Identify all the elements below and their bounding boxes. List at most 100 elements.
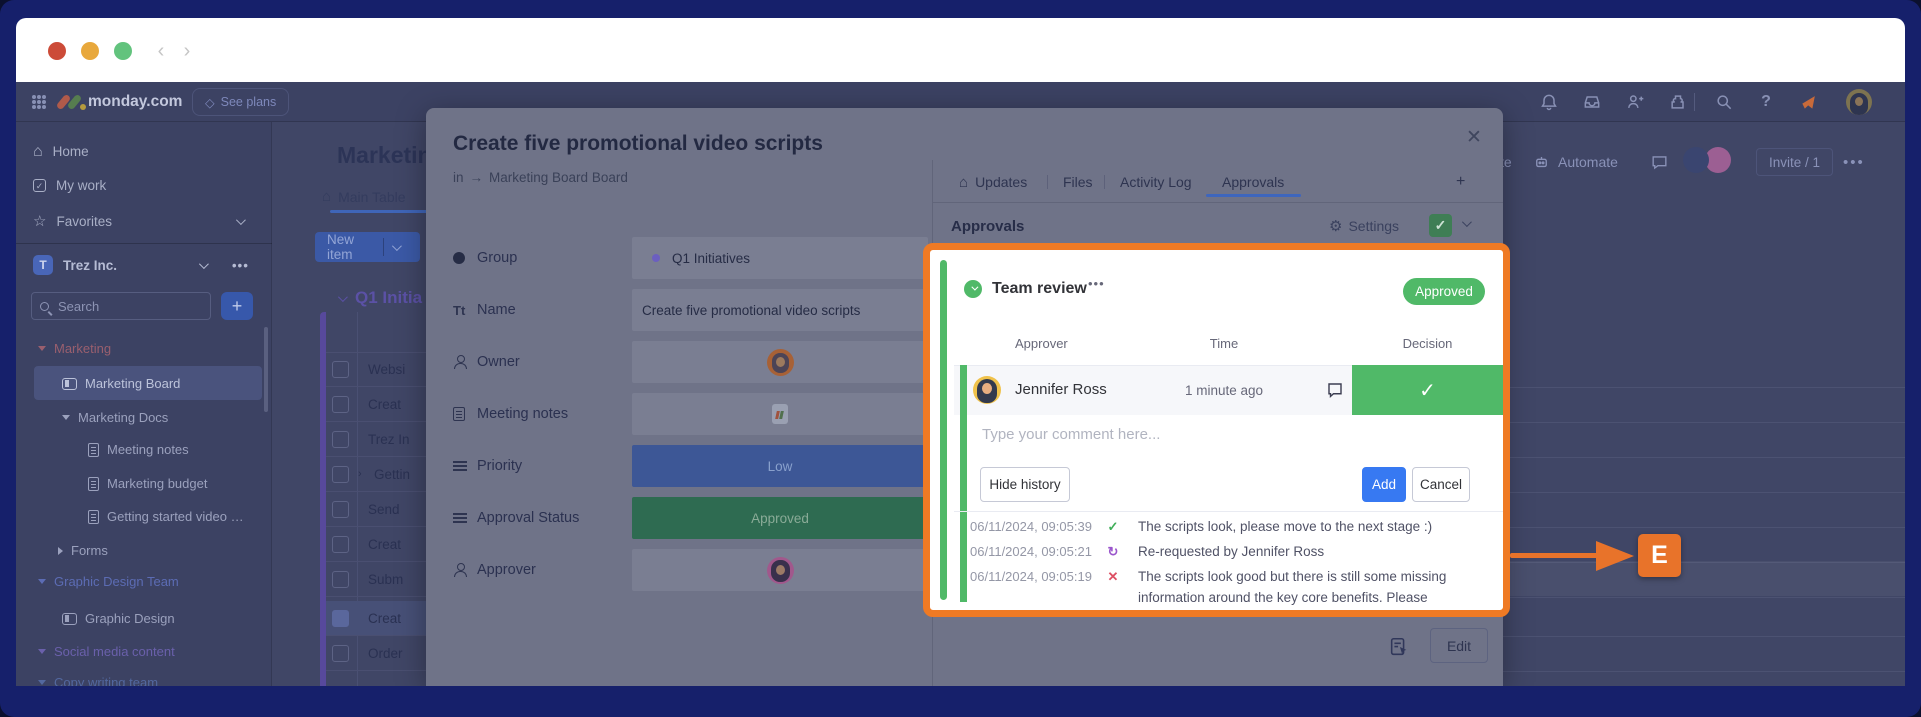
row-line <box>1503 527 1905 528</box>
row-name: Creat <box>368 397 401 412</box>
add-button[interactable]: Add <box>1362 467 1406 502</box>
field-value-priority[interactable]: Low <box>632 445 928 487</box>
add-tab-button[interactable]: + <box>1456 168 1465 196</box>
maximize-window-button[interactable] <box>114 42 132 60</box>
approval-column-checkbox[interactable] <box>1429 214 1452 237</box>
field-value-owner[interactable] <box>632 341 928 383</box>
sidebar-doc-marketing-budget[interactable]: Marketing budget <box>88 476 207 491</box>
tree-item-label: Marketing budget <box>107 476 207 491</box>
row-checkbox[interactable] <box>332 571 349 588</box>
field-value-group[interactable]: Q1 Initiatives <box>632 237 928 279</box>
search-input[interactable] <box>56 298 176 315</box>
sidebar-board-graphic-design[interactable]: Graphic Design <box>62 611 175 626</box>
field-value-approver[interactable] <box>632 549 928 591</box>
add-item-button[interactable]: + <box>221 292 253 320</box>
column-header-approver: Approver <box>1015 336 1068 351</box>
edit-button[interactable]: Edit <box>1430 628 1488 663</box>
user-avatar[interactable] <box>1846 89 1872 115</box>
automate-button[interactable]: Automate <box>1532 148 1618 176</box>
search-icon[interactable] <box>1714 92 1734 112</box>
row-checkbox[interactable] <box>332 396 349 413</box>
hide-history-button[interactable]: Hide history <box>980 467 1070 502</box>
notifications-bell-icon[interactable] <box>1539 92 1559 112</box>
button-divider <box>383 238 384 256</box>
sidebar-folder-graphic-design-team[interactable]: Graphic Design Team <box>38 574 179 589</box>
row-checkbox[interactable] <box>332 361 349 378</box>
status-icon <box>453 461 467 471</box>
row-checkbox[interactable] <box>332 501 349 518</box>
row-checkbox[interactable] <box>332 645 349 662</box>
sidebar-item-favorites[interactable]: Favorites <box>33 214 243 229</box>
approval-round-status-icon[interactable] <box>964 280 982 298</box>
invite-button[interactable]: Invite / 1 <box>1756 148 1833 176</box>
help-icon[interactable]: ? <box>1756 92 1776 112</box>
member-avatar[interactable] <box>1683 147 1709 173</box>
sidebar-folder-marketing-docs[interactable]: Marketing Docs <box>62 410 168 425</box>
sidebar-folder-copy-writing-team[interactable]: Copy writing team <box>38 675 158 686</box>
chevron-down-icon[interactable] <box>1462 217 1472 227</box>
row-checkbox[interactable] <box>332 431 349 448</box>
text-icon: Tt <box>453 303 465 318</box>
workspace-switcher[interactable]: T Trez Inc. <box>33 255 249 275</box>
column-header-decision: Decision <box>1352 336 1503 351</box>
field-value-approval-status[interactable]: Approved <box>632 497 928 539</box>
sidebar-doc-meeting-notes[interactable]: Meeting notes <box>88 442 189 457</box>
whats-new-icon[interactable] <box>1799 92 1819 112</box>
sidebar-folder-social-media-content[interactable]: Social media content <box>38 644 175 659</box>
screenshot-frame: monday.com See plans ? <box>0 0 1921 717</box>
workspace-menu-icon[interactable] <box>232 258 249 273</box>
history-entry: 06/11/2024, 09:05:19 The scripts look go… <box>970 567 1495 609</box>
marketplace-puzzle-icon[interactable] <box>1668 92 1688 112</box>
tab-updates[interactable]: Updates <box>959 168 1027 196</box>
sidebar-item-my-work[interactable]: My work <box>33 178 106 193</box>
row-checkbox[interactable] <box>332 536 349 553</box>
comment-bubble-icon[interactable] <box>1326 381 1344 399</box>
sidebar-item-home[interactable]: Home <box>33 144 89 159</box>
expand-row-icon[interactable] <box>358 468 362 480</box>
app-logo-text[interactable]: monday.com <box>88 93 182 111</box>
apps-grid-icon[interactable] <box>32 95 36 99</box>
sidebar-doc-getting-started-video[interactable]: Getting started video … <box>88 509 244 524</box>
inbox-tray-icon[interactable] <box>1582 92 1602 112</box>
board-icon <box>62 378 77 390</box>
cancel-button[interactable]: Cancel <box>1412 467 1470 502</box>
close-window-button[interactable] <box>48 42 66 60</box>
sidebar-folder-forms[interactable]: Forms <box>58 543 108 558</box>
minimize-window-button[interactable] <box>81 42 99 60</box>
sidebar-folder-marketing[interactable]: Marketing <box>38 341 111 356</box>
close-icon[interactable] <box>1462 126 1486 150</box>
see-plans-button[interactable]: See plans <box>192 88 289 116</box>
round-menu-icon[interactable] <box>1088 276 1105 291</box>
field-name: Tt Name Create five promotional video sc… <box>453 289 903 331</box>
tab-approvals[interactable]: Approvals <box>1222 168 1284 196</box>
discussion-bubble-icon[interactable] <box>1650 148 1669 176</box>
tab-separator <box>1104 175 1105 189</box>
board-menu-icon[interactable] <box>1843 148 1865 176</box>
tab-separator <box>1047 175 1048 189</box>
tab-main-table[interactable]: Main Table <box>322 188 406 205</box>
edit-label: Edit <box>1447 638 1471 654</box>
field-value-meeting-notes[interactable] <box>632 393 928 435</box>
priority-label: Low <box>768 459 793 474</box>
rejected-x-icon <box>1098 567 1128 587</box>
group-header-q1-initiatives[interactable]: Q1 Initia <box>338 288 422 308</box>
invite-members-icon[interactable] <box>1625 92 1645 112</box>
item-card-icon[interactable] <box>1388 636 1410 658</box>
browser-forward-icon[interactable] <box>178 42 196 60</box>
tab-files[interactable]: Files <box>1063 168 1093 196</box>
browser-back-icon[interactable] <box>152 42 170 60</box>
sidebar-scrollbar[interactable] <box>264 327 268 412</box>
new-item-button[interactable]: New item <box>315 232 420 262</box>
field-value-name[interactable]: Create five promotional video scripts <box>632 289 928 331</box>
settings-button[interactable]: Settings <box>1329 218 1399 234</box>
sidebar-search[interactable] <box>31 292 211 320</box>
row-checkbox[interactable] <box>332 610 349 627</box>
comment-input[interactable] <box>980 422 1460 446</box>
row-checkbox[interactable] <box>332 466 349 483</box>
person-icon <box>453 563 468 577</box>
person-icon <box>453 355 468 369</box>
breadcrumb[interactable]: in Marketing Board Board <box>453 170 628 185</box>
tab-activity-log[interactable]: Activity Log <box>1120 168 1192 196</box>
sidebar-board-marketing-board[interactable]: Marketing Board <box>62 376 180 391</box>
decision-approved-cell[interactable] <box>1352 365 1503 415</box>
